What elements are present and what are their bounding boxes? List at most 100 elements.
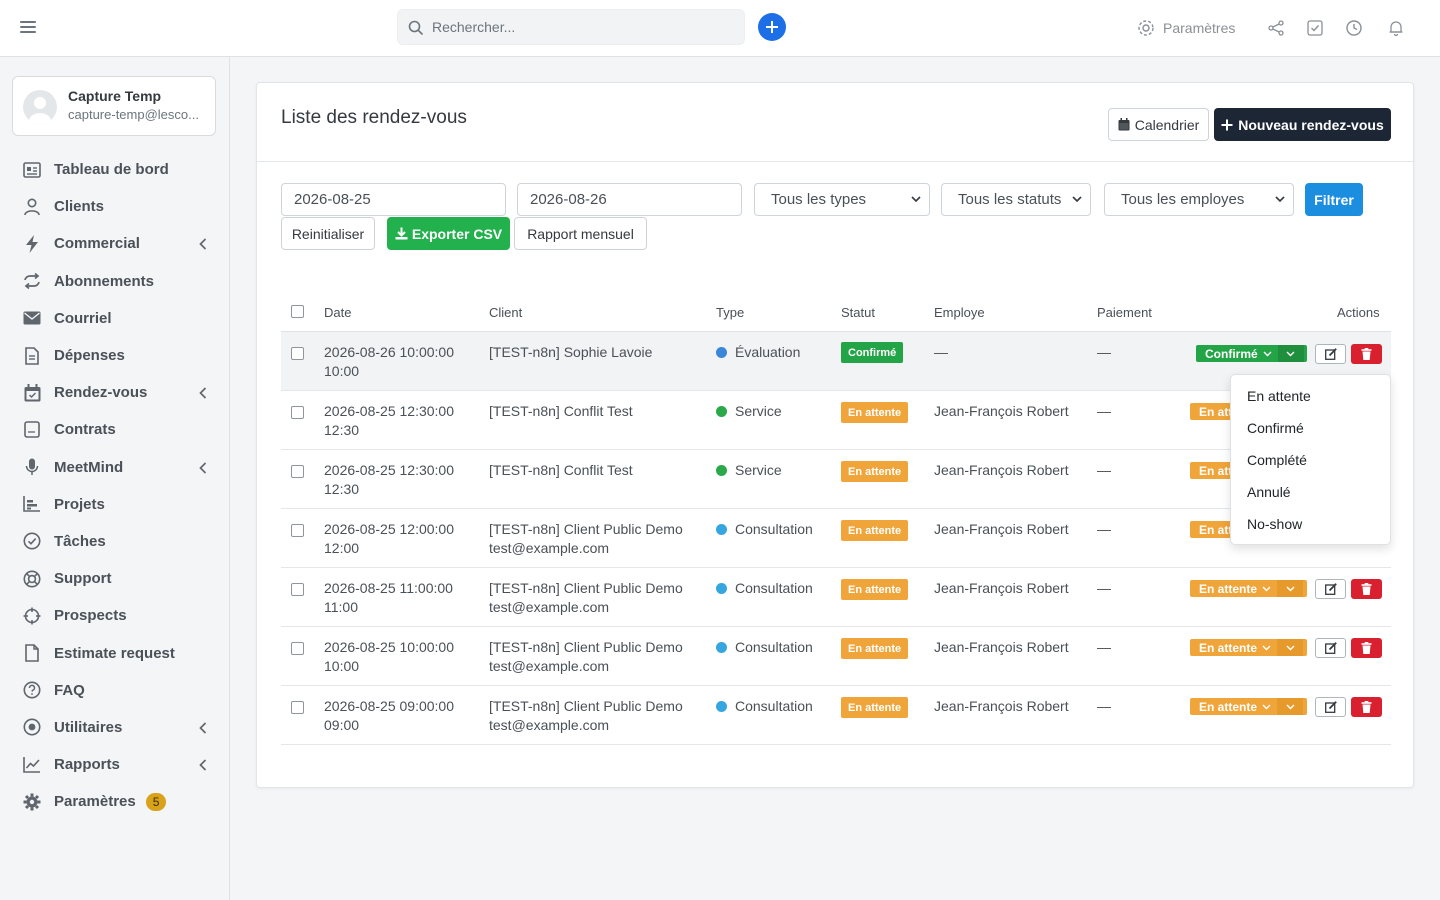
bell-icon[interactable] [1387,19,1405,37]
monthly-report-button[interactable]: Rapport mensuel [514,217,647,250]
date-to-input[interactable]: 2026-08-26 [517,183,742,216]
client-name: [TEST-n8n] Client Public Demo [489,698,683,714]
client-cell[interactable]: [TEST-n8n] Conflit Test [489,402,633,421]
delete-button[interactable] [1351,579,1382,599]
status-change-dropdown[interactable]: En attente [1190,580,1307,597]
row-checkbox[interactable] [291,406,304,419]
status-change-dropdown[interactable]: En att [1190,403,1232,420]
status-dropdown-toggle[interactable] [1277,698,1304,715]
sidebar-item-rapports[interactable]: Rapports [0,746,229,783]
sidebar-item-abonnements[interactable]: Abonnements [0,263,229,300]
column-header-date[interactable]: Date [324,305,351,320]
employee-select-value: Tous les employes [1121,191,1245,208]
status-change-dropdown[interactable]: En attente [1190,698,1307,715]
sidebar-item-support[interactable]: Support [0,560,229,597]
row-checkbox[interactable] [291,524,304,537]
delete-button[interactable] [1351,697,1382,717]
sidebar-item-contrats[interactable]: Contrats [0,411,229,448]
employee-name: Jean-François Robert [934,521,1069,537]
quick-add-button[interactable] [758,13,786,41]
status-option[interactable]: Annulé [1247,484,1291,500]
client-cell[interactable]: [TEST-n8n] Conflit Test [489,461,633,480]
row-checkbox[interactable] [291,642,304,655]
sidebar-item-courriel[interactable]: Courriel [0,300,229,337]
status-change-label: En att [1199,404,1232,419]
sidebar-item-rendez-vous[interactable]: Rendez-vous [0,374,229,411]
status-dropdown-toggle[interactable] [1277,345,1304,362]
column-header-payment[interactable]: Paiement [1097,305,1152,320]
status-change-label: Confirmé [1205,346,1258,361]
sidebar-item-faq[interactable]: FAQ [0,672,229,709]
client-cell[interactable]: [TEST-n8n] Client Public Demo test@exampl… [489,520,683,558]
row-checkbox[interactable] [291,465,304,478]
sidebar-item-taches[interactable]: Tâches [0,523,229,560]
status-dropdown-toggle[interactable] [1277,580,1304,597]
user-profile-card[interactable]: Capture Temp capture-temp@lesco... [12,76,216,136]
employee-select[interactable]: Tous les employes [1104,183,1294,216]
type-select[interactable]: Tous les types [754,183,930,216]
search-input[interactable] [432,10,732,44]
status-option[interactable]: No-show [1247,516,1302,532]
payment-status: — [1097,521,1111,537]
calendar-button[interactable]: Calendrier [1108,108,1209,141]
row-checkbox[interactable] [291,583,304,596]
sidebar-item-tableau-de-bord[interactable]: Tableau de bord [0,151,229,188]
client-cell[interactable]: [TEST-n8n] Client Public Demo test@exampl… [489,638,683,676]
column-header-client[interactable]: Client [489,305,522,320]
clock-icon[interactable] [1345,19,1363,37]
client-cell[interactable]: [TEST-n8n] Sophie Lavoie [489,343,652,362]
delete-button[interactable] [1351,638,1382,658]
sidebar-item-depenses[interactable]: Dépenses [0,337,229,374]
status-change-dropdown[interactable]: Confirmé [1196,345,1307,362]
appointment-date: 2026-08-25 12:30:00 [324,462,454,478]
export-csv-button[interactable]: Exporter CSV [387,217,510,250]
sidebar-item-label: Dépenses [54,347,125,365]
status-change-dropdown[interactable]: En att [1190,462,1232,479]
filter-button[interactable]: Filtrer [1305,183,1363,216]
select-all-checkbox[interactable] [291,305,304,318]
sidebar-item-parametres[interactable]: Paramètres 5 [0,783,229,820]
status-option[interactable]: Complété [1247,452,1307,468]
status-select[interactable]: Tous les statuts [941,183,1091,216]
column-header-status[interactable]: Statut [841,305,875,320]
sidebar-item-label: Abonnements [54,272,155,290]
type-color-dot [716,347,727,358]
client-cell[interactable]: [TEST-n8n] Client Public Demo test@exampl… [489,579,683,617]
status-change-dropdown[interactable]: En att [1190,521,1232,538]
chevron-down-icon [1275,196,1285,203]
date-from-input[interactable]: 2026-08-25 [281,183,506,216]
status-option[interactable]: Confirmé [1247,420,1304,436]
row-checkbox[interactable] [291,347,304,360]
reset-button[interactable]: Reinitialiser [281,217,375,250]
edit-button[interactable] [1315,697,1346,717]
settings-link[interactable]: Paramètres [1137,19,1235,37]
column-header-employee[interactable]: Employe [934,305,985,320]
sidebar-item-clients[interactable]: Clients [0,188,229,225]
edit-button[interactable] [1315,579,1346,599]
share-icon[interactable] [1267,19,1285,37]
sidebar-item-label: Clients [54,198,105,216]
appointment-time: 12:30 [324,422,360,438]
edit-button[interactable] [1315,638,1346,658]
sidebar-item-meetmind[interactable]: MeetMind [0,449,229,486]
sidebar-item-estimate-request[interactable]: Estimate request [0,634,229,671]
sidebar-item-commercial[interactable]: Commercial [0,225,229,262]
status-change-dropdown[interactable]: En attente [1190,639,1307,656]
table-row: 2026-08-25 12:00:00 12:00 [TEST-n8n] Clien… [281,509,1391,568]
sidebar-item-utilitaires[interactable]: Utilitaires [0,709,229,746]
hamburger-menu-icon[interactable] [20,21,36,35]
search-box[interactable] [397,9,745,45]
payment-status: — [1097,344,1111,360]
sidebar-item-prospects[interactable]: Prospects [0,597,229,634]
delete-button[interactable] [1351,344,1382,364]
status-dropdown-toggle[interactable] [1277,639,1304,656]
checkbox-task-icon[interactable] [1306,19,1324,37]
client-cell[interactable]: [TEST-n8n] Client Public Demo test@exampl… [489,697,683,735]
new-appointment-button[interactable]: Nouveau rendez-vous [1214,108,1391,141]
column-header-type[interactable]: Type [716,305,744,320]
sidebar-item-projets[interactable]: Projets [0,486,229,523]
row-checkbox[interactable] [291,701,304,714]
status-option[interactable]: En attente [1247,388,1311,404]
client-name: [TEST-n8n] Conflit Test [489,462,633,478]
edit-button[interactable] [1315,344,1346,364]
